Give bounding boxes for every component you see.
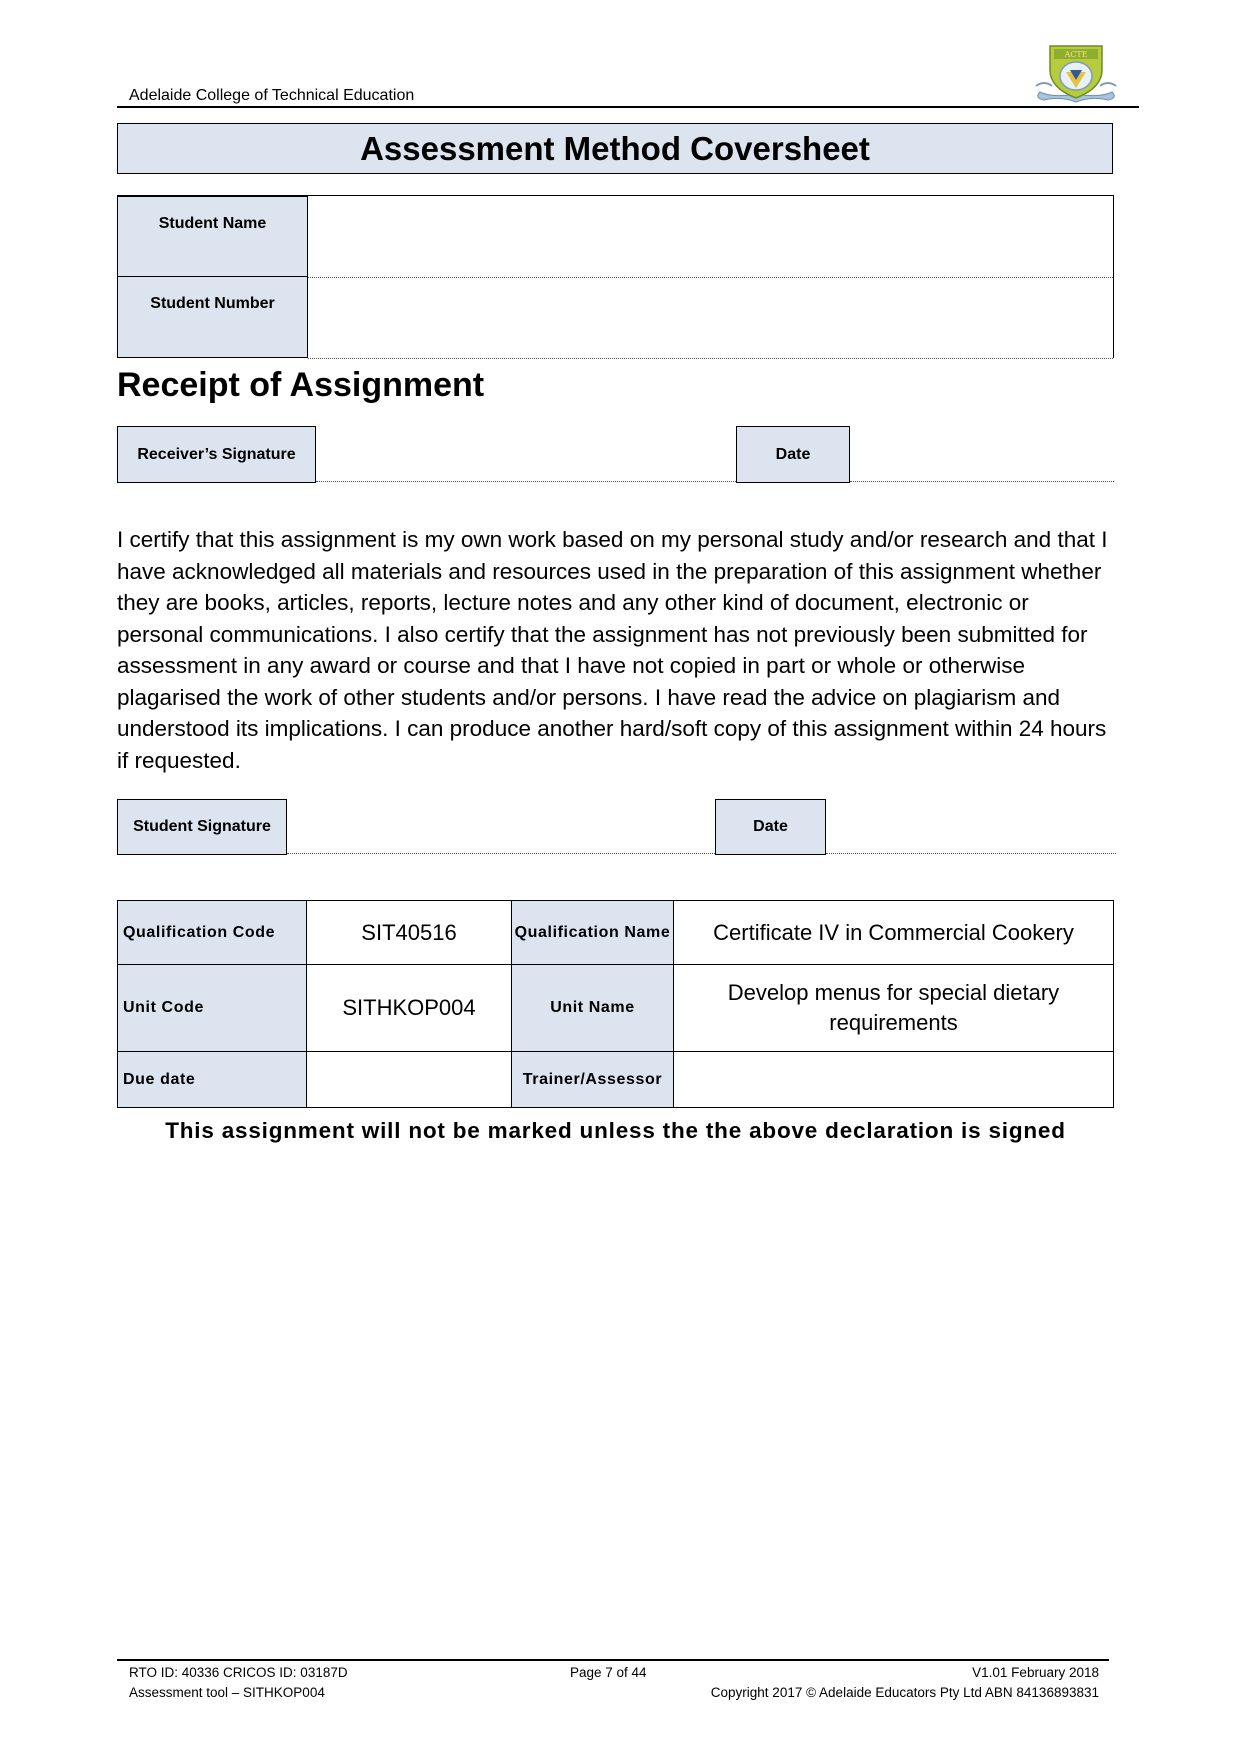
footer-version: V1.01 February 2018 [972,1665,1099,1680]
declaration-date-label: Date [715,799,826,855]
unit-info-table: Qualification Code SIT40516 Qualificatio… [117,900,1114,1108]
qualification-code-label: Qualification Code [117,900,307,965]
student-signature-label: Student Signature [117,799,287,855]
student-name-label: Student Name [117,196,308,277]
unit-code-value: SITHKOP004 [306,964,512,1052]
unit-name-label: Unit Name [511,964,674,1052]
page-title: Assessment Method Coversheet [117,123,1113,174]
footer-page-number: Page 7 of 44 [570,1665,647,1680]
receiver-signature-field[interactable] [316,481,736,482]
due-date-label: Due date [117,1051,307,1108]
due-date-field[interactable] [306,1051,512,1108]
student-number-field[interactable] [308,276,1113,359]
footer-assessment-tool: Assessment tool – SITHKOP004 [129,1685,325,1700]
college-crest-logo: ACTE [1030,40,1122,106]
student-name-field[interactable] [308,196,1113,278]
trainer-assessor-label: Trainer/Assessor [511,1051,674,1108]
qualification-code-value: SIT40516 [306,900,512,965]
table-row: Unit Code SITHKOP004 Unit Name Develop m… [117,964,1114,1052]
table-row: Due date Trainer/Assessor [117,1051,1114,1108]
qualification-name-value: Certificate IV in Commercial Cookery [673,900,1114,965]
svg-text:ACTE: ACTE [1063,50,1087,59]
unit-name-value: Develop menus for special dietary requir… [673,964,1114,1052]
declaration-notice: This assignment will not be marked unles… [165,1118,1066,1143]
trainer-assessor-field[interactable] [673,1051,1114,1108]
footer-copyright: Copyright 2017 © Adelaide Educators Pty … [710,1685,1099,1700]
table-row: Qualification Code SIT40516 Qualificatio… [117,900,1114,965]
declaration-text: I certify that this assignment is my own… [117,527,1108,773]
student-signature-field[interactable] [287,853,715,854]
receiver-signature-label: Receiver’s Signature [117,426,316,483]
declaration-date-field[interactable] [826,853,1116,854]
student-number-label: Student Number [117,276,308,358]
header-divider [117,106,1139,108]
footer-rto-id: RTO ID: 40336 CRICOS ID: 03187D [129,1665,348,1680]
footer-divider [117,1659,1109,1661]
receipt-date-label: Date [736,426,850,483]
unit-code-label: Unit Code [117,964,307,1052]
receipt-date-field[interactable] [850,481,1114,482]
header-org-name: Adelaide College of Technical Education [129,87,415,104]
receipt-heading: Receipt of Assignment [117,366,485,404]
student-details-table: Student Name Student Number [117,195,1114,359]
qualification-name-label: Qualification Name [511,900,674,965]
